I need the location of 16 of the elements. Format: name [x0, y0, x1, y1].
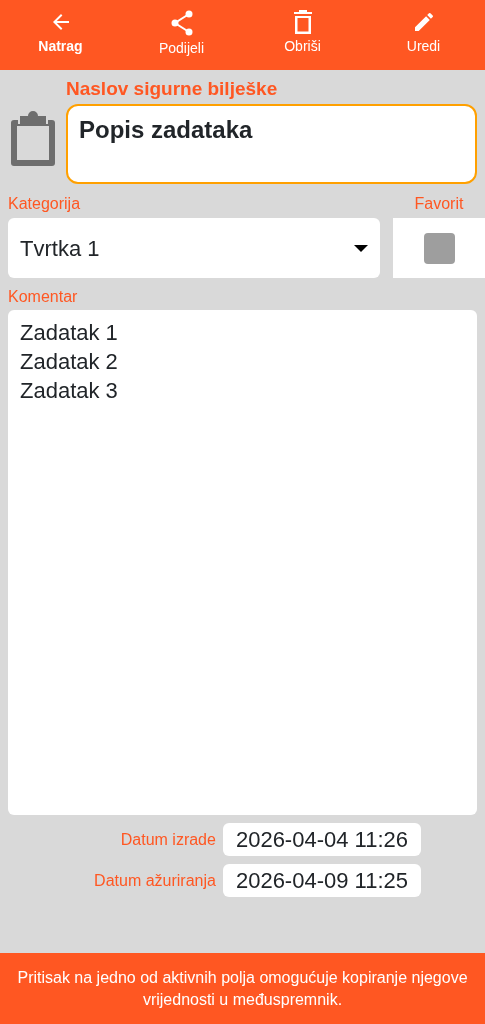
date-label: Datum ažuriranja: [94, 870, 216, 891]
date-label: Datum izrade: [120, 829, 216, 850]
title-label: Naslov sigurne bilješke: [66, 78, 279, 100]
hint-text: Pritisak na jedno od aktivnih polja omogućuje kopiranje njegove vrijednosti u međuspremnik.: [0, 953, 485, 1024]
comment-label: Komentar: [8, 287, 79, 307]
favorite-label: Favorit: [414, 194, 464, 214]
comment-field[interactable]: Zadatak 1 Zadatak 2 Zadatak 3: [8, 310, 477, 815]
favorite-checkbox[interactable]: [423, 232, 455, 264]
share-icon: [169, 10, 194, 36]
caret-icon: [354, 244, 368, 252]
date-value[interactable]: 2026-04-04 11:26: [222, 823, 421, 856]
title-field[interactable]: Popis zadataka: [66, 104, 477, 184]
category-dropdown[interactable]: Tvrtka 1: [8, 218, 380, 278]
trash-icon: [293, 10, 312, 34]
date-value[interactable]: 2026-04-09 11:25: [222, 864, 421, 897]
category-label: Kategorija: [8, 194, 82, 214]
